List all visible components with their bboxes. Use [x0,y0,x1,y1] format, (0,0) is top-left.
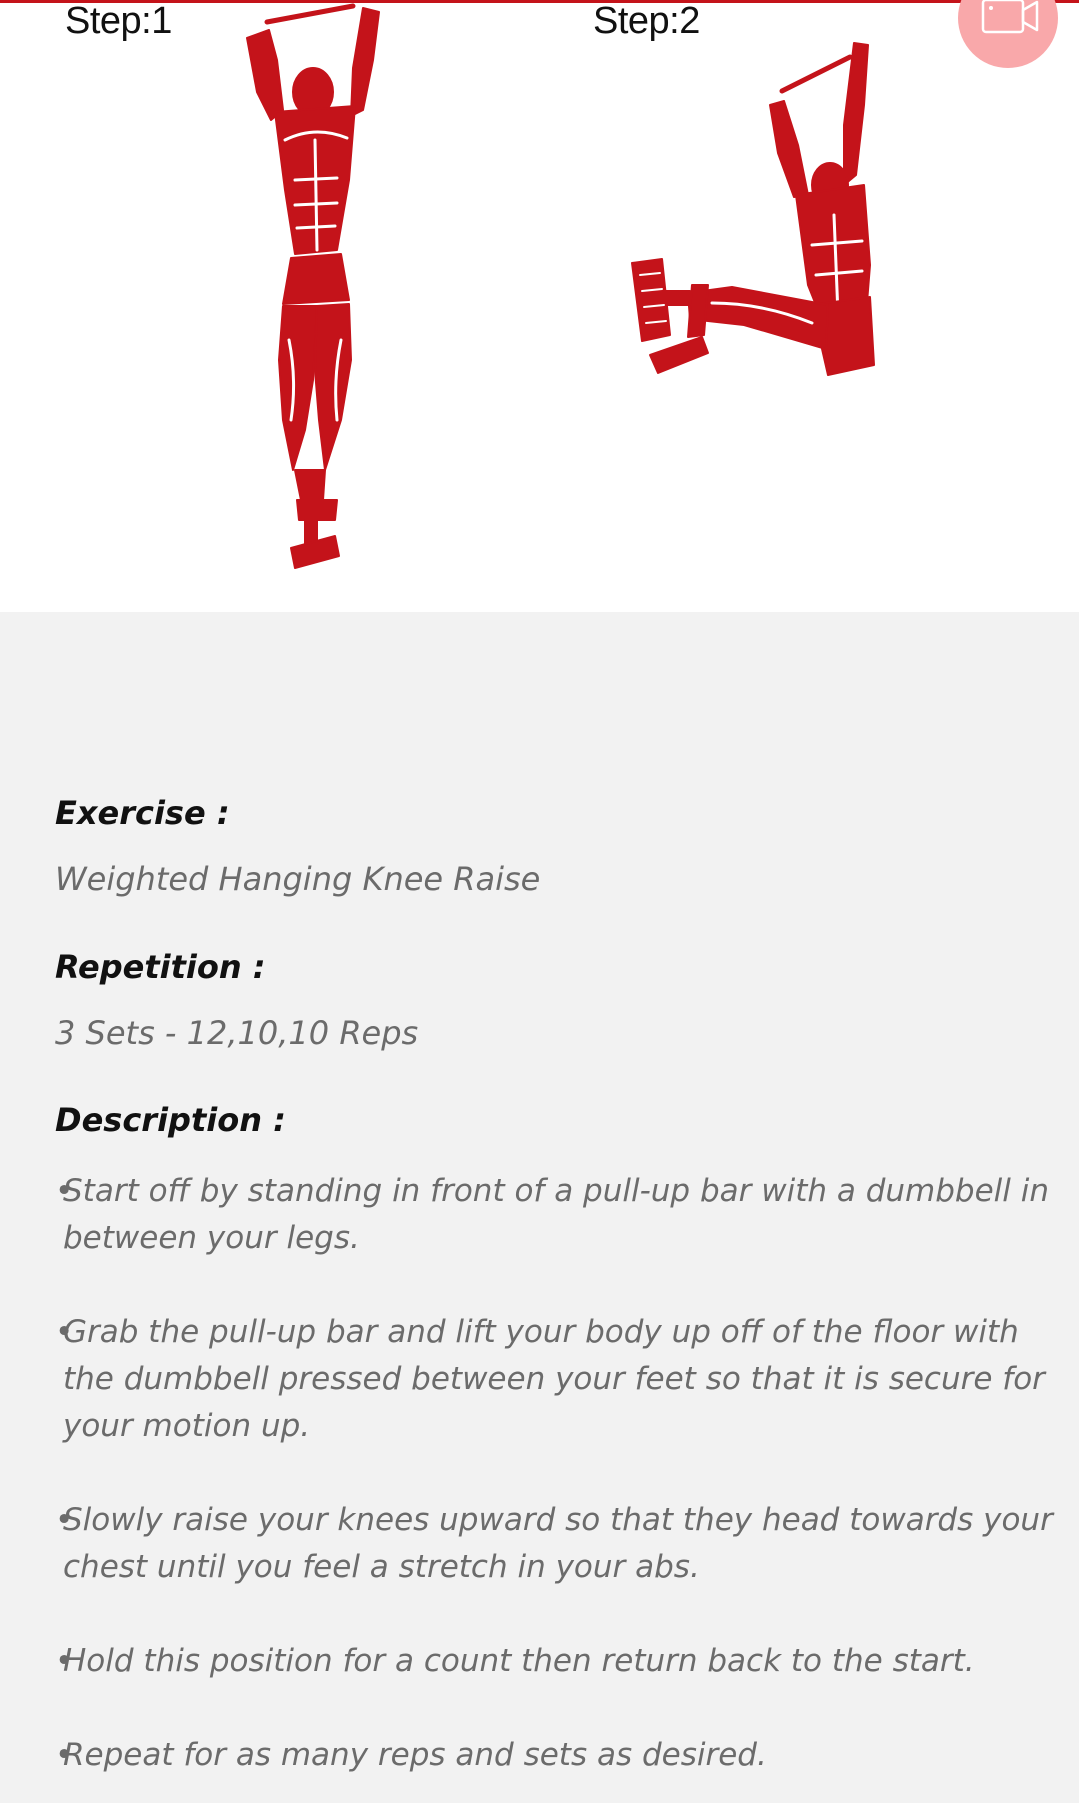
description-step: • Slowly raise your knees upward so that… [55,1497,1065,1591]
video-camera-icon [981,0,1039,34]
step-2-figure [631,42,875,376]
bullet: • [55,1173,74,1209]
description-text: Slowly raise your knees upward so that t… [63,1502,1053,1585]
description-step: • Start off by standing in front of a pu… [55,1168,1065,1262]
description-text: Start off by standing in front of a pull… [63,1173,1050,1256]
exercise-illustration-panel: Step:1 Step:2 [0,0,1079,612]
description-label: Description : [55,1101,286,1139]
step-1-figure [246,3,380,569]
description-step: • Hold this position for a count then re… [55,1638,1065,1685]
description-text: Grab the pull-up bar and lift your body … [63,1314,1045,1444]
description-text: Repeat for as many reps and sets as desi… [63,1737,767,1773]
bullet: • [55,1502,74,1538]
description-step: • Repeat for as many reps and sets as de… [55,1732,1065,1779]
repetition-value: 3 Sets - 12,10,10 Reps [55,1014,419,1052]
description-step: • Grab the pull-up bar and lift your bod… [55,1309,1065,1450]
bullet: • [55,1643,74,1679]
bullet: • [55,1314,74,1350]
description-text: Hold this position for a count then retu… [63,1643,975,1679]
exercise-name: Weighted Hanging Knee Raise [55,860,541,898]
step-1-label: Step:1 [65,0,172,42]
repetition-label: Repetition : [55,948,266,986]
exercise-label: Exercise : [55,794,230,832]
bullet: • [55,1737,74,1773]
